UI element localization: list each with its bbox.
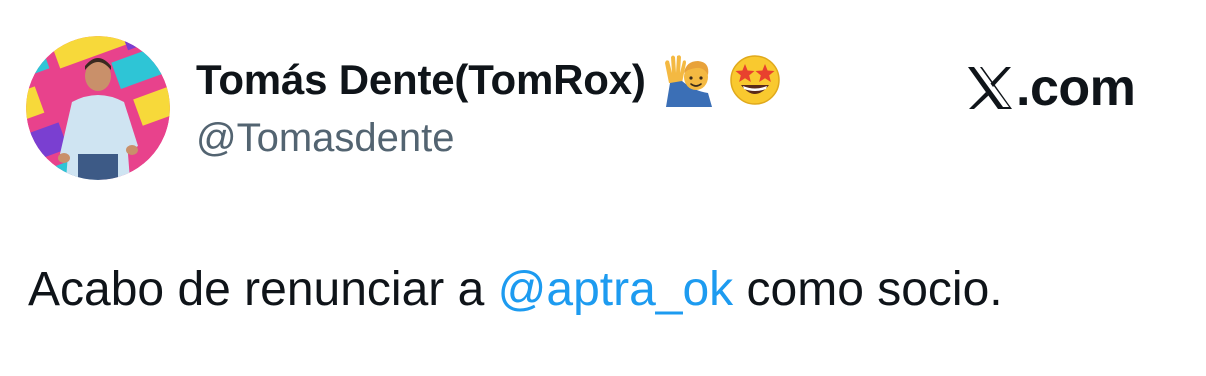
person-raising-hand-icon: [660, 53, 714, 107]
mention-link[interactable]: @aptra_ok: [498, 263, 734, 316]
author-name-row[interactable]: Tomás Dente(TomRox): [196, 52, 782, 108]
tweet-text: Acabo de renunciar a @aptra_ok como soci…: [28, 262, 1003, 317]
author-handle[interactable]: @Tomasdente: [196, 116, 455, 161]
display-name[interactable]: Tomás Dente(TomRox): [196, 56, 646, 104]
avatar[interactable]: [26, 36, 170, 180]
tweet-text-before: Acabo de renunciar a: [28, 263, 498, 316]
tweet-text-after: como socio.: [733, 263, 1003, 316]
brand-domain-text: .com: [1016, 59, 1136, 117]
x-logo-icon: [966, 65, 1014, 111]
star-struck-icon: [728, 53, 782, 107]
brand-watermark: .com: [966, 58, 1136, 118]
